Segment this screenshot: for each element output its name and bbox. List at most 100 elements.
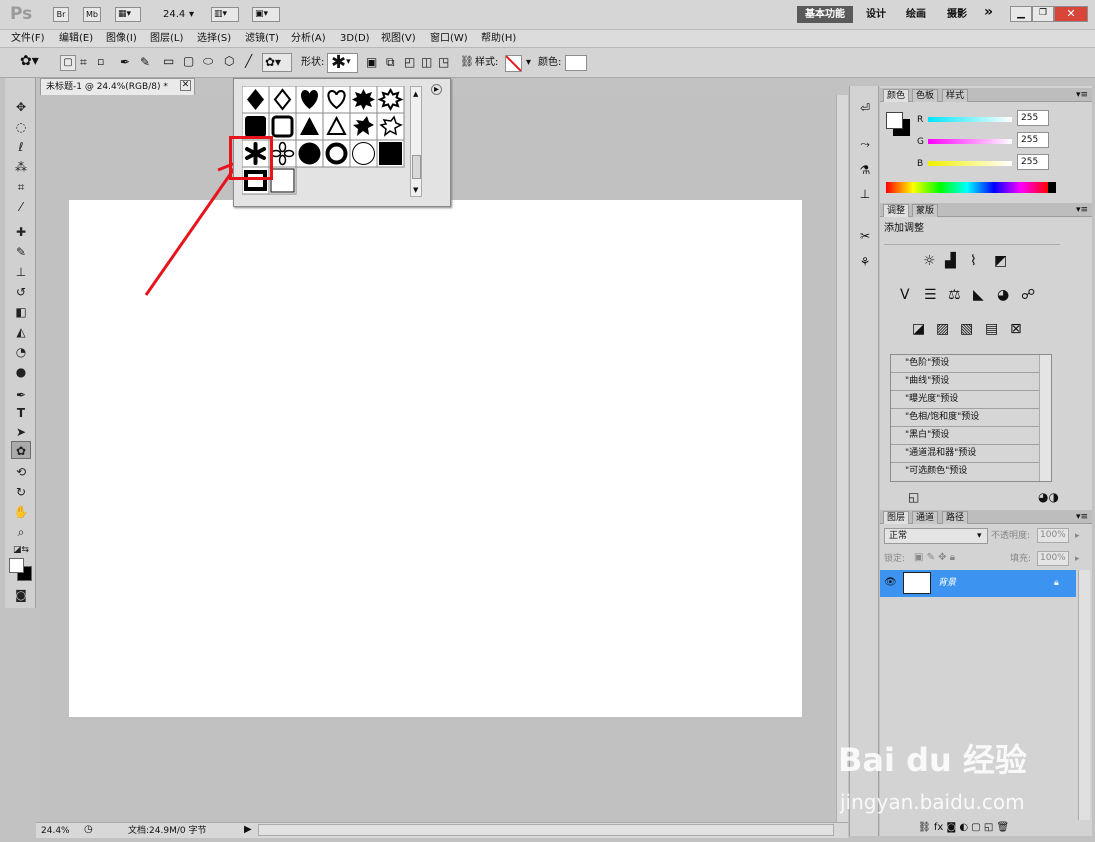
shape-circle-filled[interactable]: [295, 139, 324, 168]
shape-seal-outline[interactable]: [376, 86, 405, 114]
paths-mode-icon[interactable]: ⌗: [80, 55, 87, 69]
bridge-button[interactable]: Br: [53, 7, 69, 22]
presets-scrollbar[interactable]: [1039, 355, 1051, 481]
panel-menu-icon[interactable]: ▾≡: [1076, 88, 1088, 102]
type-tool-icon[interactable]: T: [11, 404, 31, 422]
preset-selective-color[interactable]: "可选颜色"预设: [891, 463, 1039, 481]
close-tab-icon[interactable]: ✕: [180, 80, 191, 91]
preset-hue-saturation[interactable]: "色相/饱和度"预设: [891, 409, 1039, 427]
preset-exposure[interactable]: "曝光度"预设: [891, 391, 1039, 409]
menu-3d[interactable]: 3D(D): [340, 32, 370, 46]
shape-blob-outline[interactable]: [376, 112, 405, 141]
pen-tool-icon[interactable]: ✒: [120, 55, 130, 69]
shape-heart-outline[interactable]: [322, 86, 351, 114]
workspace-painting[interactable]: 绘画: [906, 8, 926, 22]
close-button[interactable]: ✕: [1054, 6, 1088, 22]
eyedropper-icon[interactable]: ⁄: [11, 198, 31, 216]
lasso-tool-icon[interactable]: ℓ: [11, 138, 31, 156]
picker-scrollbar[interactable]: ▲ ▼: [410, 86, 422, 197]
channel-mixer-icon[interactable]: ☍: [1021, 288, 1035, 302]
paragraph-icon[interactable]: ⚘: [856, 254, 874, 270]
menu-help[interactable]: 帮助(H): [481, 32, 516, 46]
lock-icons[interactable]: ▣ ✎ ✥ 🔒︎: [914, 551, 955, 565]
intersect-shape-icon[interactable]: ◫: [421, 55, 432, 69]
clone-stamp-icon[interactable]: ⊥: [11, 263, 31, 281]
shape-picker-button[interactable]: ✱▾: [327, 53, 358, 73]
scroll-thumb[interactable]: [412, 155, 421, 179]
clip-to-layer-icon[interactable]: ◱: [908, 490, 919, 504]
tab-paths[interactable]: 路径: [942, 511, 969, 524]
dodge-tool-icon[interactable]: ●: [11, 363, 31, 381]
3d-rotate-icon[interactable]: ⟲: [11, 463, 31, 481]
polygon-tool-icon[interactable]: ⬡: [224, 54, 234, 68]
fill-pixels-mode-icon[interactable]: ▫: [97, 55, 104, 69]
shape-layers-mode-button[interactable]: ▢: [60, 55, 76, 71]
menu-select[interactable]: 选择(S): [197, 32, 231, 46]
default-colors-icon[interactable]: ◪⇆: [11, 541, 31, 559]
paint-bucket-icon[interactable]: ◭: [11, 323, 31, 341]
tool-preset-icon[interactable]: ✿▾: [20, 54, 39, 68]
red-value[interactable]: 255: [1017, 110, 1049, 126]
screen-mode-button[interactable]: ▣▾: [252, 7, 280, 22]
exclude-shape-icon[interactable]: ◳: [438, 55, 449, 69]
ellipse-tool-icon[interactable]: ⬭: [203, 54, 213, 68]
shape-circle-ring[interactable]: [322, 139, 351, 168]
black-white-icon[interactable]: ◣: [973, 288, 984, 302]
tool-presets-icon[interactable]: ⊥: [856, 186, 874, 202]
zoom-tool-icon[interactable]: ⌕: [11, 523, 31, 541]
exposure-icon[interactable]: ◩: [994, 254, 1007, 268]
add-to-shape-icon[interactable]: ⧉: [386, 55, 395, 69]
menu-image[interactable]: 图像(I): [106, 32, 137, 46]
color-swatch[interactable]: [565, 55, 587, 71]
menu-analysis[interactable]: 分析(A): [291, 32, 326, 46]
preset-curves[interactable]: "曲线"预设: [891, 373, 1039, 391]
shape-blob-filled[interactable]: [349, 112, 378, 141]
tab-adjustments[interactable]: 调整: [883, 204, 910, 217]
brightness-icon[interactable]: ☼: [923, 254, 936, 268]
history-brush-icon[interactable]: ↺: [11, 283, 31, 301]
hand-tool-icon[interactable]: ✋: [11, 503, 31, 521]
fill-value[interactable]: 100%: [1037, 551, 1069, 566]
shape-flower-outline[interactable]: [268, 139, 297, 168]
horizontal-scrollbar[interactable]: [258, 824, 834, 836]
more-workspaces-icon[interactable]: »: [984, 5, 993, 19]
shape-square-frame[interactable]: [268, 112, 297, 141]
eye-icon[interactable]: 👁︎: [884, 576, 897, 590]
workspace-photography[interactable]: 摄影: [947, 8, 967, 22]
menu-filter[interactable]: 滤镜(T): [245, 32, 279, 46]
layers-scrollbar[interactable]: [1078, 570, 1090, 820]
eraser-tool-icon[interactable]: ◧: [11, 303, 31, 321]
blend-mode-select[interactable]: 正常 ▾: [884, 528, 988, 544]
invert-icon[interactable]: ◪: [912, 322, 925, 336]
document-tab[interactable]: 未标题-1 @ 24.4%(RGB/8) * ✕: [40, 78, 195, 95]
tab-swatches[interactable]: 色板: [912, 89, 939, 102]
threshold-icon[interactable]: ▧: [960, 322, 973, 336]
shape-heart-filled[interactable]: [295, 86, 324, 114]
3d-orbit-icon[interactable]: ↻: [11, 483, 31, 501]
pen-tool-icon[interactable]: ✒: [11, 386, 31, 404]
green-slider[interactable]: [928, 139, 1012, 144]
picker-menu-icon[interactable]: ▸: [431, 84, 442, 95]
layer-name[interactable]: 背景: [938, 576, 956, 590]
menu-file[interactable]: 文件(F): [11, 32, 45, 46]
status-menu-icon[interactable]: ▶: [244, 823, 252, 837]
scroll-up-icon[interactable]: ▲: [413, 87, 418, 101]
posterize-icon[interactable]: ▨: [936, 322, 949, 336]
freeform-pen-icon[interactable]: ✎: [140, 55, 150, 69]
green-value[interactable]: 255: [1017, 132, 1049, 148]
new-layer-icon[interactable]: ▣: [366, 55, 377, 69]
quick-mask-icon[interactable]: ◙: [11, 586, 31, 604]
panel-menu-icon[interactable]: ▾≡: [1076, 203, 1088, 217]
style-swatch[interactable]: [505, 55, 522, 72]
arrange-documents-button[interactable]: ▥▾: [211, 7, 239, 22]
foreground-color-swatch[interactable]: [9, 558, 24, 573]
preset-black-white[interactable]: "黑白"预设: [891, 427, 1039, 445]
tab-color[interactable]: 颜色: [883, 89, 910, 102]
menu-layer[interactable]: 图层(L): [150, 32, 183, 46]
tab-channels[interactable]: 通道: [912, 511, 939, 524]
move-tool-icon[interactable]: ✥: [11, 98, 31, 116]
preset-channel-mixer[interactable]: "通道混和器"预设: [891, 445, 1039, 463]
shape-triangle-filled[interactable]: [295, 112, 324, 141]
opacity-value[interactable]: 100%: [1037, 528, 1069, 543]
custom-shape-tool-icon[interactable]: ✿: [11, 441, 31, 459]
